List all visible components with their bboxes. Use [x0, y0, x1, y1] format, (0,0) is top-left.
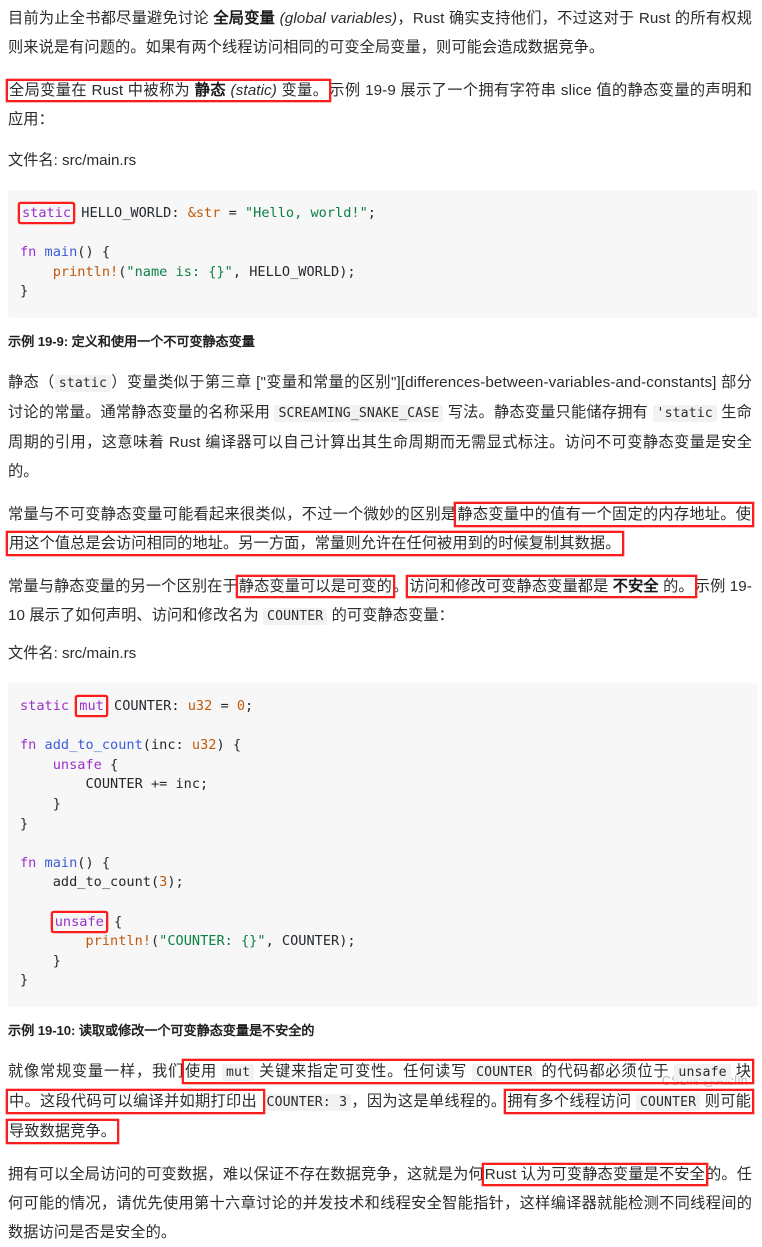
static-intro-text-2: 变量。 — [276, 82, 329, 99]
unsafe-text-pre: 访问和修改可变静态变量都是 — [409, 577, 613, 595]
unsafe-text-post: 的。 — [658, 577, 694, 595]
code-19-10-fn-keyword-2: fn — [20, 854, 37, 871]
inline-code-counter-2: COUNTER — [472, 1063, 537, 1081]
intro-bold-global-variable: 全局变量 — [213, 10, 276, 27]
code-19-10-unsafe-brace-1: { — [101, 756, 119, 773]
code-19-10-zero-literal: 0 — [236, 697, 246, 714]
code-19-10-fn-add-to-count-name: add_to_count — [36, 737, 143, 754]
inline-code-static-lifetime: 'static — [652, 404, 717, 422]
explain-race-a: 拥有多个线程访问 — [507, 1092, 636, 1110]
code-19-10-type-u32-1: u32 — [187, 697, 213, 714]
code-19-10-fn-main-sig: () { — [77, 854, 111, 871]
explain-mut-b: 关键来指定可变性。任何读写 — [254, 1062, 473, 1080]
annotation-box-static-definition: 全局变量在 Rust 中被称为 静态 (static) 变量。 — [8, 81, 329, 100]
code-19-10-fn-params-close: ) { — [216, 737, 242, 754]
code-19-10-fn-params-open: (inc: — [142, 737, 192, 754]
inline-code-counter-4: COUNTER — [635, 1093, 701, 1111]
static-const-text-3: 写法。静态变量只能储存拥有 — [443, 403, 653, 421]
code-19-9-closing-brace: } — [20, 283, 29, 300]
code-19-9-fn-main-name: main — [36, 244, 78, 261]
inline-code-static: static — [54, 374, 112, 392]
paragraph-mutable-static: 常量与静态变量的另一个区别在于静态变量可以是可变的。访问和修改可变静态变量都是 … — [8, 572, 752, 631]
code-19-9-println-args: , HELLO_WORLD); — [232, 263, 356, 280]
code-19-10-semicolon-1: ; — [245, 697, 254, 714]
filename-label-first: 文件名: src/main.rs — [8, 152, 137, 169]
code-19-10-println-paren: ( — [150, 933, 160, 950]
caption-listing-19-10: 示例 19-10: 读取或修改一个可变静态变量是不安全的 — [8, 1022, 315, 1038]
intro-italic-global-variables: (global variables) — [279, 10, 398, 27]
article-body: 目前为止全书都尽量避免讨论 全局变量 (global variables)，Ru… — [0, 0, 762, 1247]
paragraph-static-intro: 全局变量在 Rust 中被称为 静态 (static) 变量。示例 19-9 展… — [8, 76, 752, 134]
code-19-10-indent-2 — [20, 914, 53, 930]
code-19-10-close-brace-2: } — [20, 815, 29, 832]
code-19-10-call-add-to-count: add_to_count( — [20, 874, 160, 891]
explain-mut-a: 使用 — [184, 1062, 222, 1080]
code-19-10-unsafe-brace-2: { — [105, 913, 123, 930]
code-19-10-format-string: "COUNTER: {}" — [159, 933, 266, 950]
code-19-10-close-brace-1: } — [20, 795, 61, 812]
annotation-box-access-unsafe: 访问和修改可变静态变量都是 不安全 的。 — [408, 577, 694, 596]
code-19-10-close-brace-4: } — [20, 972, 29, 989]
code-19-9-string-literal: "Hello, world!" — [245, 205, 368, 221]
code-19-9-fn-main-sig: () { — [77, 244, 111, 261]
paragraph-static-vs-const: 静态（ static ）变量类似于第三章 ["变量和常量的区别"][differen… — [8, 368, 752, 486]
caption-listing-19-9: 示例 19-9: 定义和使用一个不可变静态变量 — [8, 333, 255, 349]
code-19-9-equals: = — [220, 205, 245, 221]
code-19-10-type-u32-2: u32 — [191, 737, 217, 754]
paragraph-memory-address: 常量与不可变静态变量可能看起来很类似，不过一个微妙的区别是静态变量中的值有一个固… — [8, 500, 752, 558]
code-annotation-mut-keyword: mut — [79, 697, 104, 714]
code-19-10-close-brace-3: } — [20, 952, 61, 969]
code-19-9-decl-name: HELLO_WORLD: — [73, 205, 188, 221]
intro-text-1: 目前为止全书都尽量避免讨论 — [8, 10, 214, 27]
code-19-9-semicolon: ; — [367, 205, 376, 221]
mutable-static-text-1: 常量与静态变量的另一个区别在于 — [8, 577, 238, 595]
code-19-10-equals: = — [212, 697, 237, 714]
code-19-10-static-keyword: static — [20, 697, 70, 714]
code-annotation-static-keyword: static — [22, 205, 72, 221]
unsafe-bold-label: 不安全 — [612, 577, 659, 595]
paragraph-explain-mut: 就像常规变量一样，我们使用 mut 关键来指定可变性。任何读写 COUNTER … — [8, 1057, 752, 1146]
paragraph-intro: 目前为止全书都尽量避免讨论 全局变量 (global variables)，Ru… — [8, 4, 752, 62]
inline-code-counter-1: COUNTER — [263, 607, 328, 625]
code-19-9-println-macro: println! — [52, 263, 119, 280]
explain-mut-text-1: 就像常规变量一样，我们 — [8, 1062, 184, 1080]
code-annotation-unsafe-keyword: unsafe — [54, 913, 104, 930]
code-19-9-format-string: "name is: {}" — [126, 263, 233, 280]
explain-mut-text-2: ，因为这是单线程的。 — [351, 1092, 507, 1110]
annotation-box-static-can-be-mutable: 静态变量可以是可变的 — [238, 577, 392, 595]
code-block-listing-19-10: static mut COUNTER: u32 = 0; fn add_to_c… — [8, 682, 758, 1007]
paragraph-conclusion: 拥有可以全局访问的可变数据，难以保证不存在数据竞争，这就是为何Rust 认为可变… — [8, 1160, 752, 1247]
conclusion-text-1: 拥有可以全局访问的可变数据，难以保证不存在数据竞争，这就是为何 — [8, 1165, 484, 1183]
static-const-text-1: 静态（ — [8, 373, 55, 391]
mutable-static-text-3: 的可变静态变量： — [327, 606, 454, 624]
code-block-listing-19-9: static HELLO_WORLD: &str = "Hello, world… — [8, 190, 758, 318]
code-19-9-type-str: &str — [187, 205, 221, 221]
inline-code-counter-3: COUNTER: 3 — [262, 1093, 352, 1111]
inline-code-mut: mut — [221, 1063, 255, 1081]
code-19-10-unsafe-keyword-1: unsafe — [20, 756, 102, 773]
code-19-10-fn-keyword-1: fn — [20, 737, 37, 754]
filename-label-second: 文件名: src/main.rs — [8, 644, 137, 662]
code-19-10-fn-main-name: main — [36, 854, 78, 871]
code-19-10-counter-increment: COUNTER += inc; — [20, 776, 209, 793]
explain-mut-c: 的代码都必须位于 — [536, 1062, 675, 1080]
code-19-10-println-macro: println! — [85, 933, 151, 950]
mutable-static-punct: 。 — [392, 577, 409, 595]
code-19-10-println-args: , COUNTER); — [265, 933, 356, 950]
code-19-9-indent — [20, 264, 53, 280]
static-intro-italic-static: (static) — [230, 82, 277, 99]
code-19-10-counter-decl: COUNTER: — [105, 697, 188, 714]
memory-address-text-1: 常量与不可变静态变量可能看起来很类似，不过一个微妙的区别是 — [8, 505, 457, 523]
code-19-10-call-close: ); — [167, 874, 184, 891]
inline-code-unsafe: unsafe — [674, 1063, 731, 1081]
static-intro-text-1: 全局变量在 Rust 中被称为 — [9, 82, 195, 99]
inline-code-screaming-snake-case: SCREAMING_SNAKE_CASE — [274, 404, 444, 422]
annotation-box-rust-considers-unsafe: Rust 认为可变静态变量是不安全 — [484, 1165, 705, 1183]
static-intro-bold-static: 静态 — [194, 82, 226, 99]
code-19-9-fn-keyword: fn — [20, 244, 37, 261]
code-19-10-indent-3 — [20, 933, 85, 949]
